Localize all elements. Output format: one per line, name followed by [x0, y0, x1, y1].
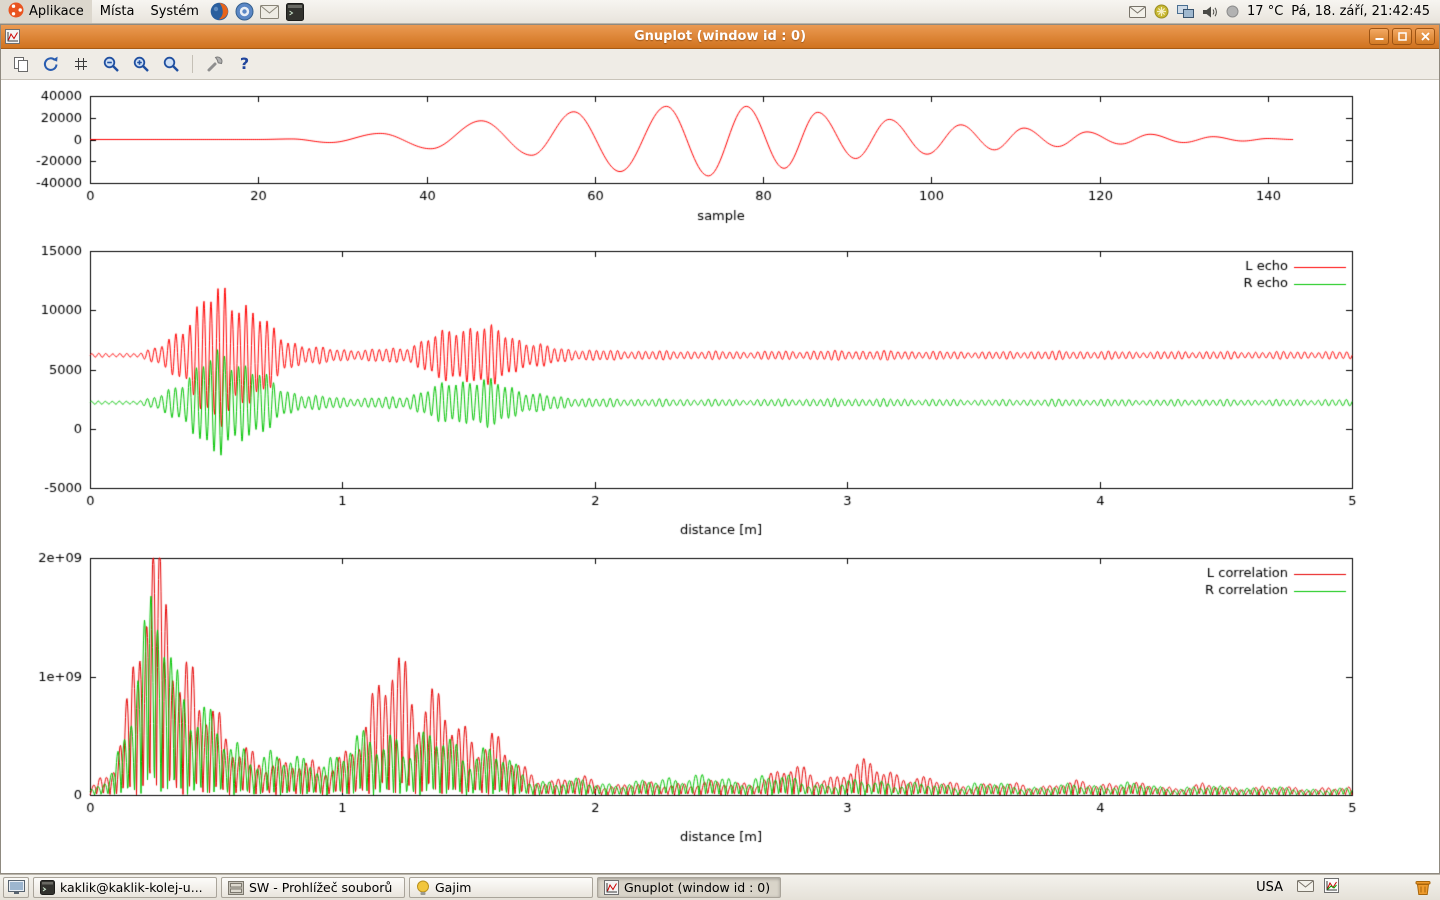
trash-applet[interactable] [1411, 879, 1435, 897]
tray-volume-button[interactable] [1202, 5, 1218, 19]
zoom-previous-button[interactable] [98, 52, 123, 77]
menu-applications[interactable]: Aplikace [0, 0, 92, 23]
tray-mail-button[interactable] [1129, 6, 1146, 18]
replot-icon [42, 55, 60, 73]
menu-places[interactable]: Místa [92, 0, 143, 23]
sample-waveform-chart[interactable] [1, 80, 1439, 230]
taskbar-gnuplot-tray-button[interactable] [1324, 878, 1339, 897]
firefox-launcher[interactable] [208, 0, 232, 24]
volume-icon [1202, 5, 1218, 19]
mail-launcher[interactable] [258, 0, 282, 24]
clock-label[interactable]: Pá, 18. září, 21:42:45 [1291, 4, 1430, 19]
taskbar-item-label: Gajim [435, 880, 471, 895]
gnuplot-icon [604, 880, 619, 895]
taskbar-item-gajim[interactable]: Gajim [409, 877, 593, 898]
taskbar-item-file-manager[interactable]: SW - Prohlížeč souborů [221, 877, 405, 898]
copy-to-clipboard-button[interactable] [8, 52, 33, 77]
help-button[interactable]: ? [232, 52, 257, 77]
firefox-icon [210, 2, 229, 21]
window-controls [1369, 28, 1435, 45]
taskbar-tray: USA [1252, 878, 1437, 897]
unzoom-all-button[interactable] [158, 52, 183, 77]
menu-system-label: Systém [150, 4, 198, 19]
unzoom-icon [162, 55, 180, 73]
close-icon [1421, 32, 1430, 41]
show-desktop-icon [8, 880, 25, 895]
mail-icon [260, 5, 279, 19]
trash-icon [1414, 879, 1432, 897]
taskbar-item-gnuplot[interactable]: Gnuplot (window id : 0) [597, 877, 781, 898]
desktop: Aplikace Místa Systém [0, 0, 1440, 900]
gnuplot-window: Gnuplot (window id : 0) [0, 24, 1440, 874]
options-button[interactable] [202, 52, 227, 77]
gnuplot-window-icon [5, 28, 22, 45]
taskbar-mail-button[interactable] [1297, 880, 1314, 896]
plot-area[interactable] [1, 80, 1439, 873]
close-button[interactable] [1415, 28, 1435, 45]
wrench-icon [206, 55, 224, 73]
correlation-chart[interactable] [1, 540, 1439, 850]
software-update-icon [1154, 4, 1169, 19]
minimize-button[interactable] [1369, 28, 1389, 45]
titlebar[interactable]: Gnuplot (window id : 0) [1, 25, 1439, 49]
gnome-top-panel: Aplikace Místa Systém [0, 0, 1440, 24]
taskbar-item-label: SW - Prohlížeč souborů [249, 880, 392, 895]
gnuplot-tray-icon [1324, 878, 1339, 893]
terminal-icon [40, 880, 55, 895]
zoom-next-button[interactable] [128, 52, 153, 77]
terminal-icon [286, 3, 304, 21]
show-desktop-button[interactable] [3, 877, 29, 898]
file-manager-icon [228, 881, 244, 895]
tray-update-button[interactable] [1154, 4, 1169, 19]
taskbar: kaklik@kaklik-kolej-u... SW - Prohlížeč … [0, 874, 1440, 900]
copy-icon [12, 56, 29, 73]
mail-notification-icon [1129, 6, 1146, 18]
toolbar-separator [192, 55, 193, 73]
tray-network-button[interactable] [1177, 5, 1194, 19]
toggle-grid-button[interactable] [68, 52, 93, 77]
zoom-previous-icon [102, 55, 120, 73]
minimize-icon [1375, 32, 1384, 41]
maximize-icon [1398, 32, 1407, 41]
mail-tray-icon [1297, 880, 1314, 892]
temperature-label[interactable]: 17 °C [1247, 4, 1283, 19]
replot-button[interactable] [38, 52, 63, 77]
grid-icon [73, 56, 89, 72]
menu-applications-label: Aplikace [29, 4, 84, 19]
gajim-icon [416, 880, 430, 896]
network-monitors-icon [1177, 5, 1194, 19]
terminal-launcher[interactable] [283, 0, 307, 24]
taskbar-item-label: Gnuplot (window id : 0) [624, 880, 770, 895]
taskbar-item-label: kaklik@kaklik-kolej-u... [60, 880, 203, 895]
panel-tray: 17 °C Pá, 18. září, 21:42:45 [1129, 4, 1440, 19]
gnuplot-toolbar: ? [1, 49, 1439, 80]
help-browser-icon [235, 2, 254, 21]
weather-icon[interactable] [1226, 5, 1239, 18]
menu-places-label: Místa [100, 4, 135, 19]
help-icon: ? [240, 56, 249, 72]
help-launcher[interactable] [233, 0, 257, 24]
keyboard-layout-indicator[interactable]: USA [1252, 880, 1287, 895]
taskbar-item-terminal[interactable]: kaklik@kaklik-kolej-u... [33, 877, 217, 898]
zoom-next-icon [132, 55, 150, 73]
window-title: Gnuplot (window id : 0) [1, 29, 1439, 44]
maximize-button[interactable] [1392, 28, 1412, 45]
panel-menus: Aplikace Místa Systém [0, 0, 307, 23]
ubuntu-logo-icon [8, 2, 24, 22]
echo-chart[interactable] [1, 230, 1439, 540]
menu-system[interactable]: Systém [142, 0, 206, 23]
